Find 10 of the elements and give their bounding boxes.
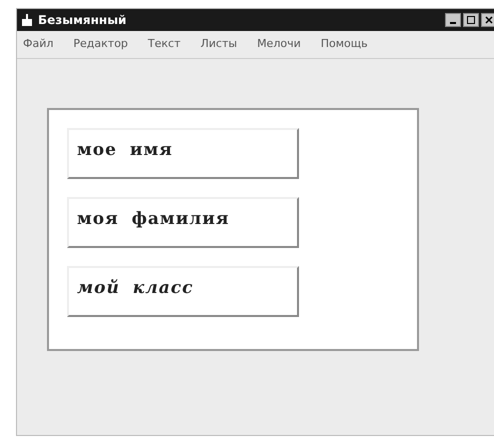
text-field[interactable]: мой класс [67, 266, 299, 317]
menu-item[interactable]: Мелочи [257, 36, 301, 50]
menu-item[interactable]: Помощь [320, 36, 368, 50]
menu-item[interactable]: Листы [200, 36, 238, 50]
menu-item[interactable]: Файл [23, 36, 54, 50]
window-title: Безымянный [38, 13, 128, 27]
menu-item[interactable]: Редактор [73, 36, 128, 50]
text-field[interactable]: мое имя [67, 128, 299, 179]
menu-item[interactable]: Текст [148, 36, 180, 50]
text-field[interactable]: моя фамилия [67, 197, 299, 248]
